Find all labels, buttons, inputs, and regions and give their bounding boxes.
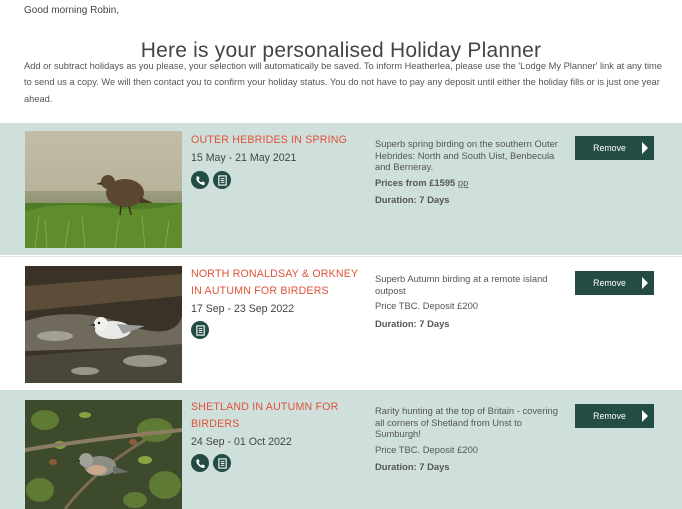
duration-value: 7 Days [419,318,450,329]
duration-value: 7 Days [419,461,450,472]
remove-button-label: Remove [593,278,626,288]
holiday-icons [191,321,209,339]
holiday-dates: 24 Sep - 01 Oct 2022 [191,436,292,448]
duration-label: Duration: [375,318,417,329]
holiday-dates: 15 May - 21 May 2021 [191,152,297,164]
holiday-duration: Duration: 7 Days [375,461,450,472]
arrow-right-icon [642,277,648,289]
holiday-price: Prices from £1595 pp [375,177,468,188]
holiday-description: Rarity hunting at the top of Britain - c… [375,405,558,439]
phone-icon[interactable] [191,454,209,472]
holiday-price: Price TBC. Deposit £200 [375,444,479,455]
brochure-icon[interactable] [213,171,231,189]
holiday-photo[interactable] [25,400,182,509]
price-label: Prices from [375,177,427,188]
holiday-duration: Duration: 7 Days [375,194,450,205]
holiday-card: NORTH RONALDSAY & ORKNEY IN AUTUMN FOR B… [0,256,682,390]
brochure-icon[interactable] [191,321,209,339]
remove-button[interactable]: Remove [575,136,654,160]
greeting-text: Good morning Robin, [24,5,120,16]
holiday-dates: 17 Sep - 23 Sep 2022 [191,303,295,315]
price-value: £1595 [429,177,456,188]
holiday-icons [191,454,231,472]
phone-icon[interactable] [191,171,209,189]
holiday-description: Superb spring birding on the southern Ou… [375,138,558,172]
remove-button[interactable]: Remove [575,404,654,428]
intro-paragraph: Add or subtract holidays as you please, … [24,61,662,104]
brochure-icon[interactable] [213,454,231,472]
duration-label: Duration: [375,194,417,205]
holiday-icons [191,171,231,189]
price-suffix: pp [457,177,469,188]
holiday-photo[interactable] [25,131,182,248]
holiday-title[interactable]: OUTER HEBRIDES IN SPRING [191,132,361,149]
holiday-duration: Duration: 7 Days [375,318,450,329]
arrow-right-icon [642,142,648,154]
duration-label: Duration: [375,461,417,472]
holiday-description: Superb Autumn birding at a remote island… [375,273,548,296]
holiday-card: OUTER HEBRIDES IN SPRING 15 May - 21 May… [0,123,682,255]
holiday-photo[interactable] [25,266,182,383]
holiday-price: Price TBC. Deposit £200 [375,300,479,311]
remove-button-label: Remove [593,143,626,153]
remove-button[interactable]: Remove [575,271,654,295]
holiday-title[interactable]: SHETLAND IN AUTUMN FOR BIRDERS [191,399,361,433]
holiday-title[interactable]: NORTH RONALDSAY & ORKNEY IN AUTUMN FOR B… [191,266,361,300]
holiday-card: SHETLAND IN AUTUMN FOR BIRDERS 24 Sep - … [0,390,682,509]
arrow-right-icon [642,410,648,422]
remove-button-label: Remove [593,411,626,421]
duration-value: 7 Days [419,194,450,205]
